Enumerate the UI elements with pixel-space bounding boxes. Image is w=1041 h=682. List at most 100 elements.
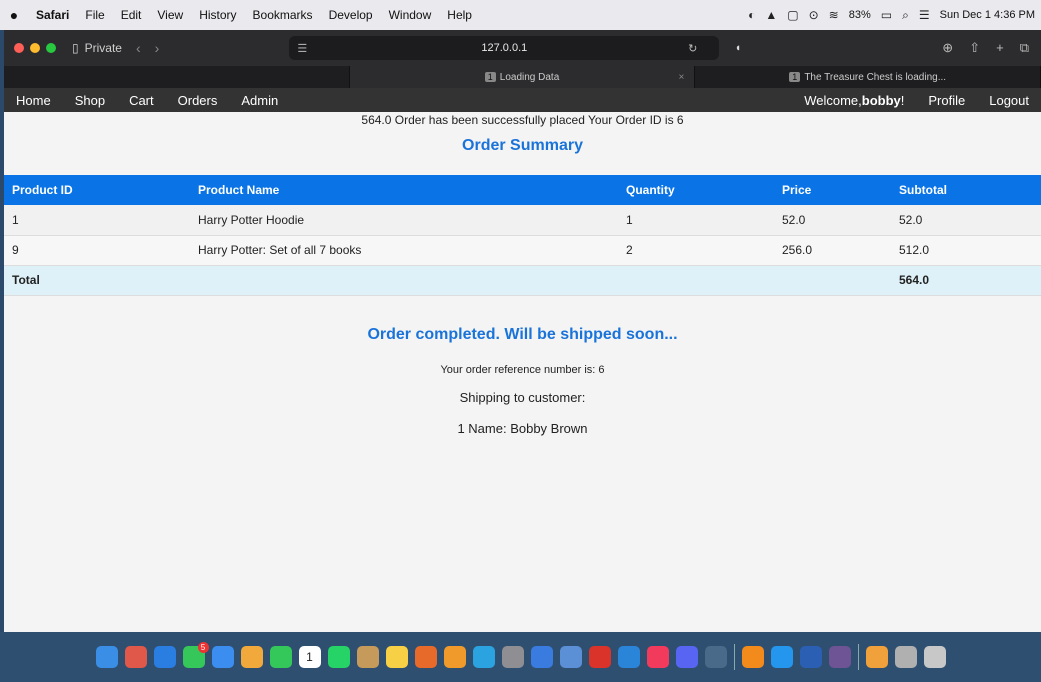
telegram-icon[interactable] [472, 646, 495, 668]
menu-history[interactable]: History [191, 8, 244, 22]
order-completed-heading: Order completed. Will be shipped soon... [367, 325, 678, 343]
preview2-icon[interactable] [704, 646, 727, 668]
menu-develop[interactable]: Develop [321, 8, 381, 22]
dock-icons: 51 [86, 640, 956, 674]
control-center-icon[interactable]: ☰ [919, 8, 930, 22]
settings-icon[interactable] [501, 646, 524, 668]
tab-close-icon[interactable]: × [679, 72, 685, 83]
order-table: Product ID Product Name Quantity Price S… [4, 175, 1041, 296]
tab-loading-data[interactable]: 1 Loading Data × [349, 66, 696, 88]
contacts-icon[interactable] [356, 646, 379, 668]
clock[interactable]: Sun Dec 1 4:36 PM [940, 9, 1035, 21]
matlab-icon[interactable] [414, 646, 437, 668]
table-row: 9 Harry Potter: Set of all 7 books 2 256… [4, 235, 1041, 266]
url-text: 127.0.0.1 [481, 42, 528, 54]
mail-icon[interactable] [211, 646, 234, 668]
messages-icon[interactable]: 5 [182, 642, 209, 668]
sidebar-toggle[interactable]: ▯ Private [72, 41, 122, 55]
launchpad-icon[interactable] [124, 646, 147, 668]
installer-icon[interactable] [865, 646, 888, 668]
macos-dock: 51 [0, 632, 1041, 682]
upload-icon[interactable]: ▲ [765, 8, 777, 22]
forward-button[interactable]: › [155, 40, 160, 56]
tab-empty[interactable] [4, 66, 350, 88]
preview-icon[interactable] [559, 646, 582, 668]
reload-icon[interactable]: ↻ [688, 42, 697, 55]
new-tab-icon[interactable]: + [996, 40, 1004, 56]
col-price: Price [774, 175, 891, 205]
facetime-icon[interactable] [269, 646, 292, 668]
battery-icon[interactable]: ▭ [881, 8, 892, 22]
zoom-window-button[interactable] [46, 43, 56, 53]
welcome-prefix: Welcome, [804, 92, 862, 108]
menu-help[interactable]: Help [439, 8, 480, 22]
photos-icon[interactable] [240, 646, 263, 668]
status-icon[interactable]: ◐ [748, 8, 755, 22]
play-icon[interactable]: ⊙ [809, 8, 819, 22]
menu-file[interactable]: File [77, 8, 112, 22]
trash-icon[interactable] [923, 646, 946, 668]
minimize-window-button[interactable] [30, 43, 40, 53]
finder-icon[interactable] [95, 646, 118, 668]
welcome-text: Welcome,bobby! [792, 93, 916, 108]
window-icon[interactable]: ▢ [787, 8, 798, 22]
back-button[interactable]: ‹ [136, 40, 141, 56]
share-icon[interactable]: ⇧ [969, 40, 980, 56]
notes-icon[interactable] [385, 646, 408, 668]
github-icon[interactable] [828, 646, 851, 668]
search-icon[interactable]: ⌕ [902, 8, 909, 23]
vlc-icon[interactable] [741, 646, 764, 668]
shipping-label: Shipping to customer: [459, 389, 586, 405]
vscode-icon[interactable] [617, 646, 640, 668]
username: bobby [861, 92, 901, 108]
menu-window[interactable]: Window [381, 8, 440, 22]
col-subtotal: Subtotal [891, 175, 1041, 205]
nav-logout[interactable]: Logout [977, 93, 1041, 108]
safari-window: ▯ Private ‹ › ☰ 127.0.0.1 ↻ ◖ ⊕ ⇧ + ⧉ 1 … [4, 30, 1041, 632]
shield-icon[interactable]: ◖ [735, 42, 742, 54]
flash-message: 564.0 Order has been successfully placed… [361, 113, 684, 127]
downloads-icon[interactable]: ⊕ [942, 40, 953, 56]
nav-profile[interactable]: Profile [916, 93, 977, 108]
menu-edit[interactable]: Edit [113, 8, 150, 22]
cell-quantity: 1 [618, 205, 774, 236]
window-controls [4, 43, 56, 53]
word-icon[interactable] [799, 646, 822, 668]
address-bar[interactable]: ☰ 127.0.0.1 ↻ ◖ [289, 36, 741, 60]
proxyman-icon[interactable] [530, 646, 553, 668]
cell-price: 256.0 [774, 235, 891, 266]
sublime-icon[interactable] [443, 646, 466, 668]
help-icon[interactable] [894, 646, 917, 668]
site-navbar: Home Shop Cart Orders Admin Welcome,bobb… [4, 88, 1041, 112]
dock-separator [857, 644, 859, 670]
nav-orders[interactable]: Orders [166, 93, 230, 108]
cell-product-id: 1 [4, 205, 190, 236]
wifi-icon[interactable]: ≋ [829, 8, 839, 22]
nav-cart[interactable]: Cart [117, 93, 166, 108]
safari-icon[interactable] [153, 646, 176, 668]
menu-app-name[interactable]: Safari [28, 8, 77, 22]
total-label: Total [4, 265, 891, 296]
tab-title: The Treasure Chest is loading... [804, 71, 947, 83]
menu-view[interactable]: View [149, 8, 191, 22]
whatsapp-icon[interactable] [327, 646, 350, 668]
sidebar-icon: ▯ [72, 41, 79, 55]
docker-icon[interactable] [770, 646, 793, 668]
browser-toolbar: ▯ Private ‹ › ☰ 127.0.0.1 ↻ ◖ ⊕ ⇧ + ⧉ [4, 30, 1041, 66]
tab-treasure-chest[interactable]: 1 The Treasure Chest is loading... [695, 66, 1041, 88]
cell-product-id: 9 [4, 235, 190, 266]
tab-bar: 1 Loading Data × 1 The Treasure Chest is… [4, 66, 1041, 88]
notification-badge: 5 [197, 642, 209, 653]
nav-shop[interactable]: Shop [63, 93, 117, 108]
nav-admin[interactable]: Admin [229, 93, 290, 108]
nav-home[interactable]: Home [4, 93, 63, 108]
acrobat-icon[interactable] [588, 646, 611, 668]
close-window-button[interactable] [14, 43, 24, 53]
menu-bookmarks[interactable]: Bookmarks [245, 8, 321, 22]
order-reference: Your order reference number is: 6 [440, 363, 605, 376]
tab-overview-icon[interactable]: ⧉ [1020, 40, 1029, 56]
music-icon[interactable] [646, 646, 669, 668]
discord-icon[interactable] [675, 646, 698, 668]
calendar-icon[interactable]: 1 [298, 646, 321, 668]
apple-menu-icon[interactable]: ● [0, 7, 28, 23]
